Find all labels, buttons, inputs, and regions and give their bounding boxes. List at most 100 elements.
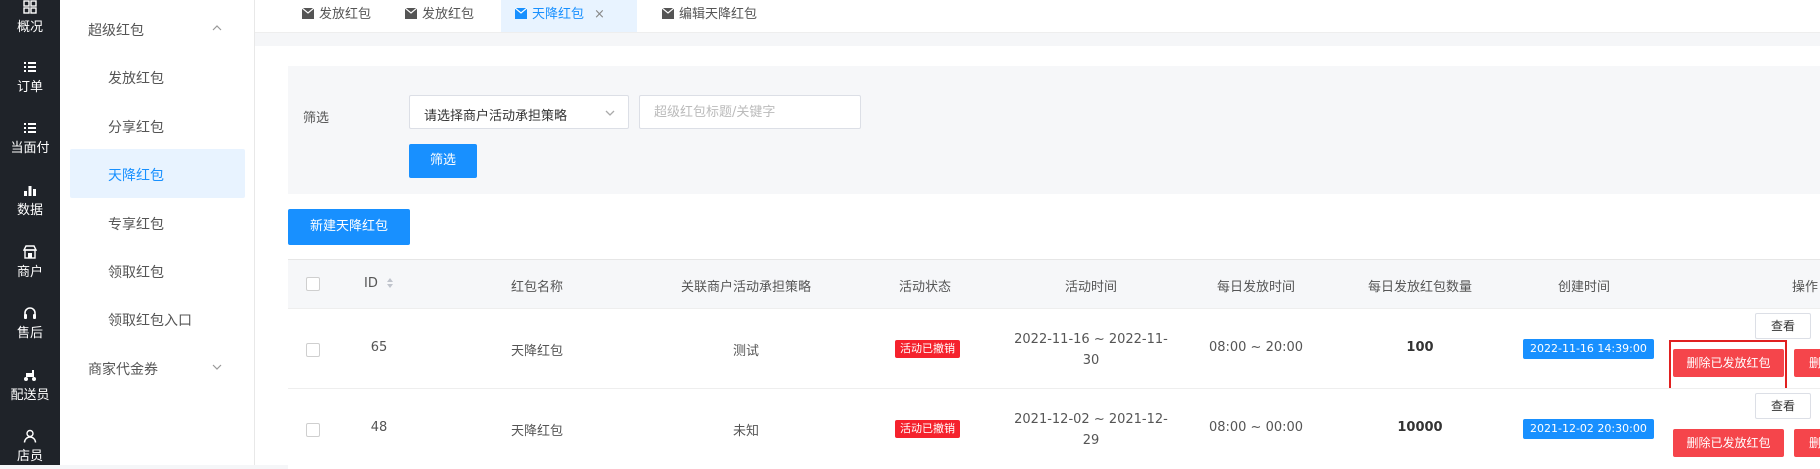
menu-group-merchant-voucher[interactable]: 商家代金券 [88, 359, 158, 379]
row-checkbox[interactable] [306, 423, 320, 437]
submenu-item-claim[interactable]: 领取红包 [108, 262, 164, 282]
store-icon [22, 245, 38, 259]
col-name: 红包名称 [510, 280, 563, 295]
table-row: 48 天降红包 未知 活动已撤销 2021-12-02 ~ 2021-12- 2… [288, 388, 1820, 469]
nav-merchant[interactable]: 商户 [0, 245, 60, 280]
nav-face-pay[interactable]: 当面付 [0, 121, 60, 156]
dashboard-icon [23, 0, 37, 14]
tab-label: 编辑天降红包 [679, 7, 758, 22]
tab-label: 发放红包 [319, 7, 372, 22]
list-icon [23, 60, 37, 74]
nav-data-label: 数据 [16, 203, 43, 218]
col-id[interactable]: ID [334, 276, 424, 291]
red-packet-table: ID 红包名称 关联商户活动承担策略 活动状态 活动时间 每日发放时间 每日发放… [288, 259, 1820, 469]
keyword-search-input[interactable] [639, 95, 861, 129]
nav-after-sales-label: 售后 [16, 326, 43, 341]
nav-courier[interactable]: 配送员 [0, 368, 60, 403]
submenu-item-exclusive[interactable]: 专享红包 [108, 214, 164, 234]
chevron-down-icon [605, 110, 615, 116]
scooter-icon [23, 368, 37, 382]
submenu-item-share[interactable]: 分享红包 [108, 117, 164, 137]
headset-icon [23, 306, 37, 320]
filter-panel: 筛选 请选择商户活动承担策略 筛选 [288, 66, 1820, 194]
cell-id: 48 [370, 420, 388, 435]
tab-label: 发放红包 [422, 7, 475, 22]
delete-button[interactable]: 删除 [1794, 349, 1820, 377]
main-nav-rail: 概况 订单 当面付 数据 商户 售后 配送员 店员 [0, 0, 60, 465]
table-header: ID 红包名称 关联商户活动承担策略 活动状态 活动时间 每日发放时间 每日发放… [288, 260, 1820, 308]
close-icon[interactable]: × [594, 7, 605, 22]
activity-time-start: 2022-11-16 ~ 2022-11- [1014, 332, 1168, 347]
list-icon [23, 121, 37, 135]
cell-activity-time: 2021-12-02 ~ 2021-12- 29 [1008, 409, 1174, 451]
filter-label: 筛选 [303, 111, 330, 126]
main-content: 筛选 请选择商户活动承担策略 筛选 新建天降红包 ID 红包名称 关联商户活动承… [255, 46, 1820, 469]
filter-button[interactable]: 筛选 [409, 144, 477, 178]
view-button[interactable]: 查看 [1755, 393, 1811, 419]
nav-orders[interactable]: 订单 [0, 60, 60, 95]
submenu-item-claim-entry[interactable]: 领取红包入口 [108, 310, 192, 330]
table-row: 65 天降红包 测试 活动已撤销 2022-11-16 ~ 2022-11- 3… [288, 308, 1820, 390]
cell-id: 65 [370, 340, 388, 355]
tab-sky-drop[interactable]: 天降红包 × [501, 0, 637, 32]
cell-daily-count: 100 [1406, 340, 1434, 355]
cell-daily-time: 08:00 ~ 20:00 [1208, 340, 1304, 355]
new-sky-drop-button[interactable]: 新建天降红包 [288, 209, 410, 245]
nav-face-pay-label: 当面付 [10, 141, 50, 156]
activity-time-end: 30 [1082, 353, 1100, 368]
col-time: 活动时间 [1064, 280, 1117, 295]
cell-name: 天降红包 [510, 344, 563, 359]
cell-policy: 未知 [732, 424, 759, 439]
nav-merchant-label: 商户 [16, 265, 43, 280]
cell-daily-count: 10000 [1397, 420, 1443, 435]
nav-clerk-label: 店员 [16, 449, 43, 464]
cell-name: 天降红包 [510, 424, 563, 439]
envelope-icon [662, 8, 674, 19]
delete-sent-button[interactable]: 删除已发放红包 [1673, 349, 1784, 377]
submenu-item-issue[interactable]: 发放红包 [108, 68, 164, 88]
col-daily-count: 每日发放红包数量 [1367, 280, 1472, 295]
nav-courier-label: 配送员 [10, 388, 50, 403]
chevron-down-icon [212, 364, 222, 370]
delete-button[interactable]: 删除 [1794, 429, 1820, 457]
chevron-up-icon [212, 25, 222, 31]
nav-overview-label: 概况 [16, 20, 43, 35]
created-time-badge: 2021-12-02 20:30:00 [1523, 419, 1654, 439]
tab-label: 天降红包 [532, 7, 585, 22]
col-policy: 关联商户活动承担策略 [680, 280, 811, 295]
submenu-item-sky-drop[interactable]: 天降红包 [108, 165, 164, 185]
tab-issue-2[interactable]: 发放红包 [391, 0, 488, 32]
status-badge: 活动已撤销 [895, 420, 960, 438]
created-time-badge: 2022-11-16 14:39:00 [1523, 339, 1654, 359]
strategy-select-value: 请选择商户活动承担策略 [424, 109, 568, 124]
cell-policy: 测试 [732, 344, 759, 359]
sub-menu: 超级红包 发放红包 分享红包 天降红包 专享红包 领取红包 领取红包入口 商家代… [60, 0, 255, 465]
cell-activity-time: 2022-11-16 ~ 2022-11- 30 [1008, 329, 1174, 371]
envelope-icon [515, 8, 527, 19]
col-status: 活动状态 [898, 280, 951, 295]
col-daily-time: 每日发放时间 [1216, 280, 1295, 295]
sort-icon [387, 278, 393, 288]
cell-daily-time: 08:00 ~ 00:00 [1208, 420, 1304, 435]
menu-group-super-red-packet[interactable]: 超级红包 [88, 20, 144, 40]
nav-overview[interactable]: 概况 [0, 0, 60, 35]
row-checkbox[interactable] [306, 343, 320, 357]
strategy-select[interactable]: 请选择商户活动承担策略 [409, 95, 629, 129]
status-badge: 活动已撤销 [895, 340, 960, 358]
nav-after-sales[interactable]: 售后 [0, 306, 60, 341]
view-button[interactable]: 查看 [1755, 313, 1811, 339]
tab-issue-1[interactable]: 发放红包 [288, 0, 385, 32]
delete-sent-button[interactable]: 删除已发放红包 [1673, 429, 1784, 457]
activity-time-end: 29 [1082, 433, 1100, 448]
tab-bar: 发放红包 发放红包 天降红包 × 编辑天降红包 [255, 0, 1820, 33]
col-created: 创建时间 [1557, 280, 1610, 295]
col-id-label: ID [364, 276, 378, 291]
envelope-icon [405, 8, 417, 19]
user-icon [23, 429, 37, 443]
col-actions: 操作 [1791, 280, 1818, 295]
nav-clerk[interactable]: 店员 [0, 429, 60, 464]
select-all-checkbox[interactable] [306, 277, 320, 291]
nav-data[interactable]: 数据 [0, 183, 60, 218]
tab-edit-sky-drop[interactable]: 编辑天降红包 [648, 0, 771, 32]
envelope-icon [302, 8, 314, 19]
